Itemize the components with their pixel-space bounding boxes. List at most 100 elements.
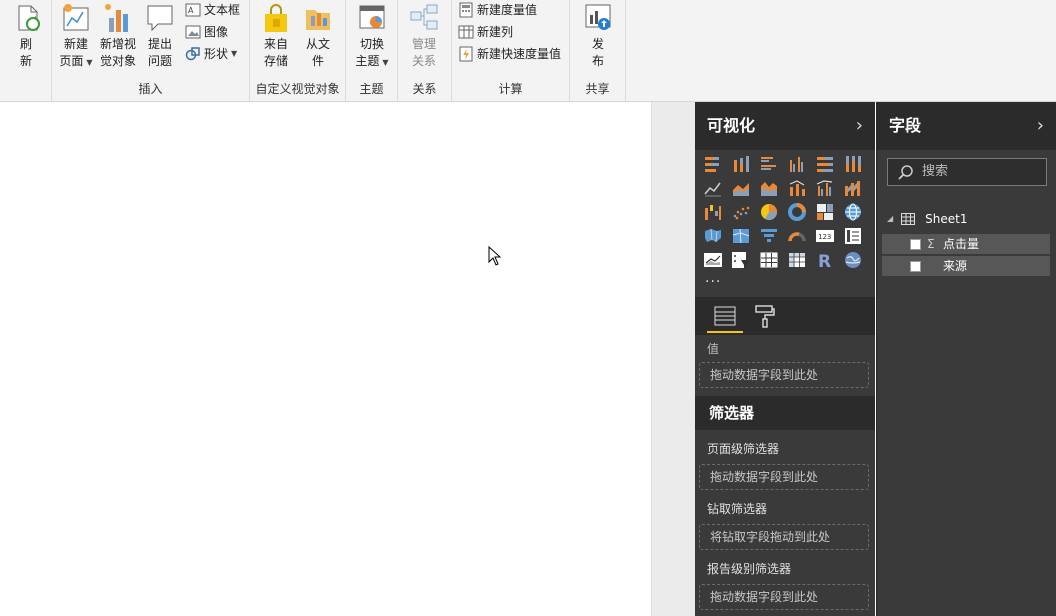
speech-bubble-icon <box>147 5 173 32</box>
100-stacked-column-chart-icon[interactable] <box>843 154 863 174</box>
drillthrough-dropzone[interactable]: 将钻取字段拖动到此处 <box>699 524 869 550</box>
calculator-icon <box>459 2 473 18</box>
card-icon[interactable]: 123 <box>815 226 835 246</box>
clustered-column-chart-icon[interactable] <box>787 154 807 174</box>
line-chart-icon[interactable] <box>703 178 723 198</box>
group-insert-label: 插入 <box>138 82 163 96</box>
canvas-gutter <box>651 102 695 616</box>
field-name: 来源 <box>943 259 968 273</box>
slicer-icon[interactable] <box>731 250 751 270</box>
manage-relationships-button[interactable]: 管理 关系 <box>402 2 446 70</box>
search-icon <box>898 165 913 180</box>
field-row-source[interactable]: 来源 <box>882 256 1050 276</box>
svg-text:A: A <box>188 6 194 15</box>
treemap-icon[interactable] <box>815 202 835 222</box>
collapse-chevron-icon[interactable]: › <box>1037 102 1044 150</box>
field-name: 点击量 <box>943 237 980 251</box>
field-row-clicks[interactable]: Σ 点击量 <box>882 234 1050 254</box>
image-icon <box>185 25 201 39</box>
more-visuals-button[interactable]: ··· <box>705 274 721 290</box>
group-calculations-label: 计算 <box>498 82 523 96</box>
line-and-stacked-column-chart-icon[interactable] <box>787 178 807 198</box>
fields-pane: 字段 › 搜索 ◢ Sheet1 Σ 点击量 来源 <box>876 102 1056 616</box>
collapse-chevron-icon[interactable]: › <box>856 102 863 150</box>
filled-map-icon[interactable] <box>703 226 723 246</box>
stacked-column-chart-icon[interactable] <box>731 154 751 174</box>
ribbon: 刷 新 新建 页面 ▼ 新增视 觉对象 提出 问题 A 文本框 图像 形状 ▼ … <box>0 0 1056 102</box>
fields-header: 字段 › <box>877 102 1056 150</box>
new-page-button[interactable]: 新建 页面 ▼ <box>54 2 98 71</box>
stacked-bar-chart-icon[interactable] <box>703 154 723 174</box>
from-file-button[interactable]: 从文 件 <box>296 2 340 70</box>
scatter-chart-icon[interactable] <box>731 202 751 222</box>
from-store-button[interactable]: 来自 存储 <box>254 2 298 70</box>
field-checkbox[interactable] <box>910 261 921 272</box>
new-measure-button[interactable]: 新建度量值 <box>458 0 537 20</box>
new-quick-measure-label: 新建快速度量值 <box>477 47 562 61</box>
group-calculations: 新建度量值 新建列 新建快速度量值 计算 <box>452 0 570 101</box>
group-share-label: 共享 <box>585 82 610 96</box>
new-column-label: 新建列 <box>477 25 514 39</box>
tab-fields[interactable] <box>707 301 743 333</box>
report-canvas[interactable] <box>0 102 651 616</box>
clustered-bar-chart-icon[interactable] <box>759 154 779 174</box>
donut-chart-icon[interactable] <box>787 202 807 222</box>
new-quick-measure-button[interactable]: 新建快速度量值 <box>458 44 561 64</box>
image-button[interactable]: 图像 <box>185 22 228 42</box>
paint-roller-icon <box>755 305 775 328</box>
refresh-button[interactable]: 刷 新 <box>4 2 48 70</box>
textbox-button[interactable]: A 文本框 <box>185 0 240 20</box>
field-checkbox[interactable] <box>910 239 921 250</box>
report-filters-dropzone[interactable]: 拖动数据字段到此处 <box>699 584 869 610</box>
theme-icon <box>359 5 385 29</box>
folder-icon <box>306 10 330 30</box>
tab-format[interactable] <box>747 301 783 333</box>
shapes-icon <box>185 47 200 61</box>
table-name: Sheet1 <box>925 212 968 226</box>
new-page-label: 新建 页面 ▼ <box>59 37 93 68</box>
100-stacked-bar-chart-icon[interactable] <box>815 154 835 174</box>
values-dropzone[interactable]: 拖动数据字段到此处 <box>699 362 869 388</box>
filters-header: 筛选器 <box>695 396 875 430</box>
visual-tabs <box>695 297 875 335</box>
shape-map-icon[interactable] <box>731 226 751 246</box>
matrix-icon[interactable] <box>787 250 807 270</box>
new-visual-label: 新增视 觉对象 <box>99 37 136 68</box>
publish-icon <box>585 4 611 30</box>
ribbon-chart-icon[interactable] <box>843 178 863 198</box>
switch-theme-button[interactable]: 切换 主题 ▼ <box>350 2 394 71</box>
line-and-clustered-column-chart-icon[interactable] <box>815 178 835 198</box>
globe-map-icon[interactable] <box>843 202 863 222</box>
multi-row-card-icon[interactable] <box>843 226 863 246</box>
table-column-icon <box>458 25 474 39</box>
pie-chart-icon[interactable] <box>759 202 779 222</box>
visualizations-title: 可视化 <box>707 116 756 135</box>
new-visual-button[interactable]: 新增视 觉对象 <box>96 2 140 70</box>
kpi-icon[interactable] <box>703 250 723 270</box>
group-custom-visuals-label: 自定义视觉对象 <box>255 82 340 96</box>
visualizations-header: 可视化 › <box>695 102 875 150</box>
stacked-area-chart-icon[interactable] <box>759 178 779 198</box>
svg-text:123: 123 <box>818 233 831 241</box>
refresh-icon <box>18 5 40 31</box>
new-column-button[interactable]: 新建列 <box>458 22 513 42</box>
arcgis-map-icon[interactable] <box>843 250 863 270</box>
ask-question-button[interactable]: 提出 问题 <box>138 2 182 70</box>
shapes-button[interactable]: 形状 ▼ <box>185 44 237 64</box>
waterfall-chart-icon[interactable] <box>703 202 723 222</box>
page-filters-dropzone[interactable]: 拖动数据字段到此处 <box>699 464 869 490</box>
publish-button[interactable]: 发 布 <box>576 2 620 70</box>
table-node-sheet1[interactable]: ◢ Sheet1 <box>887 210 967 228</box>
area-chart-icon[interactable] <box>731 178 751 198</box>
funnel-chart-icon[interactable] <box>759 226 779 246</box>
shapes-label: 形状 <box>204 47 229 61</box>
page-filters-label: 页面级筛选器 <box>707 442 780 456</box>
mouse-cursor-icon <box>488 246 502 266</box>
table-icon[interactable] <box>759 250 779 270</box>
expand-triangle-icon[interactable]: ◢ <box>887 210 893 228</box>
manage-relationships-label: 管理 关系 <box>411 37 436 68</box>
gauge-icon[interactable] <box>787 226 807 246</box>
r-script-visual-icon[interactable]: R <box>815 250 835 270</box>
new-measure-label: 新建度量值 <box>477 3 538 17</box>
values-label: 值 <box>707 342 720 356</box>
